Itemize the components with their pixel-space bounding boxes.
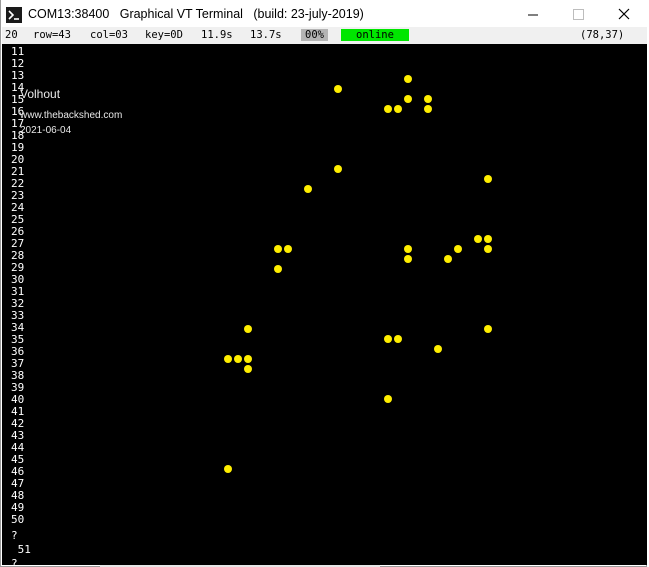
- plot-dot: [484, 235, 492, 243]
- terminal-line: 24: [11, 201, 25, 214]
- plot-dot: [424, 95, 432, 103]
- plot-dot: [384, 105, 392, 113]
- terminal-line: 27: [11, 237, 25, 250]
- terminal-line: 33: [11, 309, 25, 322]
- plot-dot: [404, 95, 412, 103]
- terminal-line: 49: [11, 501, 25, 514]
- status-key: key=0D: [145, 29, 183, 41]
- terminal-line: 38: [11, 369, 25, 382]
- terminal-line: 29: [11, 261, 25, 274]
- terminal-line: 34: [11, 321, 25, 334]
- plot-dot: [284, 245, 292, 253]
- title-bar[interactable]: COM13:38400 Graphical VT Terminal (build…: [1, 0, 648, 30]
- terminal-line: 13: [11, 69, 25, 82]
- plot-dot: [334, 85, 342, 93]
- plot-dot: [304, 185, 312, 193]
- terminal-line: 40: [11, 393, 25, 406]
- minimize-icon: [528, 14, 538, 16]
- plot-dot: [454, 245, 462, 253]
- terminal-line: 50: [11, 513, 25, 526]
- terminal-line: 37: [11, 357, 25, 370]
- plot-dot: [224, 465, 232, 473]
- terminal-line: 51: [11, 543, 31, 556]
- plot-dot: [484, 325, 492, 333]
- terminal-line: 26: [11, 225, 25, 238]
- plot-dot: [474, 235, 482, 243]
- status-line-number: 20: [5, 29, 18, 41]
- plot-dot: [244, 365, 252, 373]
- terminal-line: 42: [11, 417, 25, 430]
- terminal-line: 35: [11, 333, 25, 346]
- plot-dot: [274, 245, 282, 253]
- close-button[interactable]: [602, 0, 648, 30]
- status-bar: 20 row=43 col=03 key=0D 11.9s 13.7s 00% …: [2, 27, 647, 44]
- terminal-screen[interactable]: ? 51? 50 49 48 47 46 45 44 43 42 41 40 39 38 37 36 35 34 3…: [2, 44, 647, 565]
- terminal-prompt-icon: [6, 7, 22, 23]
- terminal-line: 44: [11, 441, 25, 454]
- status-coords: (78,37): [580, 29, 625, 41]
- plot-dot: [404, 245, 412, 253]
- terminal-window: COM13:38400 Graphical VT Terminal (build…: [0, 0, 648, 567]
- status-time-2: 13.7s: [250, 29, 282, 41]
- terminal-line: ?: [11, 557, 18, 566]
- terminal-line: 25: [11, 213, 25, 226]
- status-percent: 00%: [301, 29, 328, 41]
- window-title: COM13:38400 Graphical VT Terminal (build…: [28, 7, 364, 21]
- plot-dot: [384, 395, 392, 403]
- plot-dot: [434, 345, 442, 353]
- terminal-line: 11: [11, 45, 25, 58]
- minimize-button[interactable]: [510, 0, 556, 30]
- plot-dot: [484, 175, 492, 183]
- terminal-line: ?: [11, 529, 18, 542]
- terminal-line: 28: [11, 249, 25, 262]
- plot-dot: [334, 165, 342, 173]
- plot-dot: [244, 355, 252, 363]
- plot-dot: [404, 255, 412, 263]
- terminal-line: 31: [11, 285, 25, 298]
- terminal-line: 20: [11, 153, 25, 166]
- status-row: row=43: [33, 29, 71, 41]
- plot-dot: [234, 355, 242, 363]
- overlay-website: www.thebackshed.com: [20, 110, 123, 121]
- status-col: col=03: [90, 29, 128, 41]
- terminal-line: 47: [11, 477, 25, 490]
- terminal-line: 22: [11, 177, 25, 190]
- plot-dot: [424, 105, 432, 113]
- terminal-line: 32: [11, 297, 25, 310]
- terminal-line: 39: [11, 381, 25, 394]
- terminal-line: 30: [11, 273, 25, 286]
- status-online-badge: online: [341, 29, 409, 41]
- maximize-button[interactable]: [556, 0, 602, 30]
- plot-dot: [224, 355, 232, 363]
- status-time-1: 11.9s: [201, 29, 233, 41]
- plot-dot: [484, 245, 492, 253]
- terminal-line: 19: [11, 141, 25, 154]
- plot-dot: [244, 325, 252, 333]
- terminal-line: 45: [11, 453, 25, 466]
- plot-dot: [384, 335, 392, 343]
- plot-dot: [404, 75, 412, 83]
- plot-dot: [274, 265, 282, 273]
- terminal-line: 43: [11, 429, 25, 442]
- terminal-line: 36: [11, 345, 25, 358]
- terminal-line: 48: [11, 489, 25, 502]
- terminal-line: 12: [11, 57, 25, 70]
- terminal-line: 23: [11, 189, 25, 202]
- plot-dot: [444, 255, 452, 263]
- overlay-date: 2021-06-04: [20, 125, 72, 136]
- maximize-icon: [573, 9, 584, 20]
- plot-dot: [394, 105, 402, 113]
- terminal-line: 21: [11, 165, 25, 178]
- close-icon: [618, 8, 630, 20]
- terminal-line: 41: [11, 405, 25, 418]
- overlay-author: Volhout: [20, 87, 61, 101]
- plot-dot: [394, 335, 402, 343]
- terminal-line: 46: [11, 465, 25, 478]
